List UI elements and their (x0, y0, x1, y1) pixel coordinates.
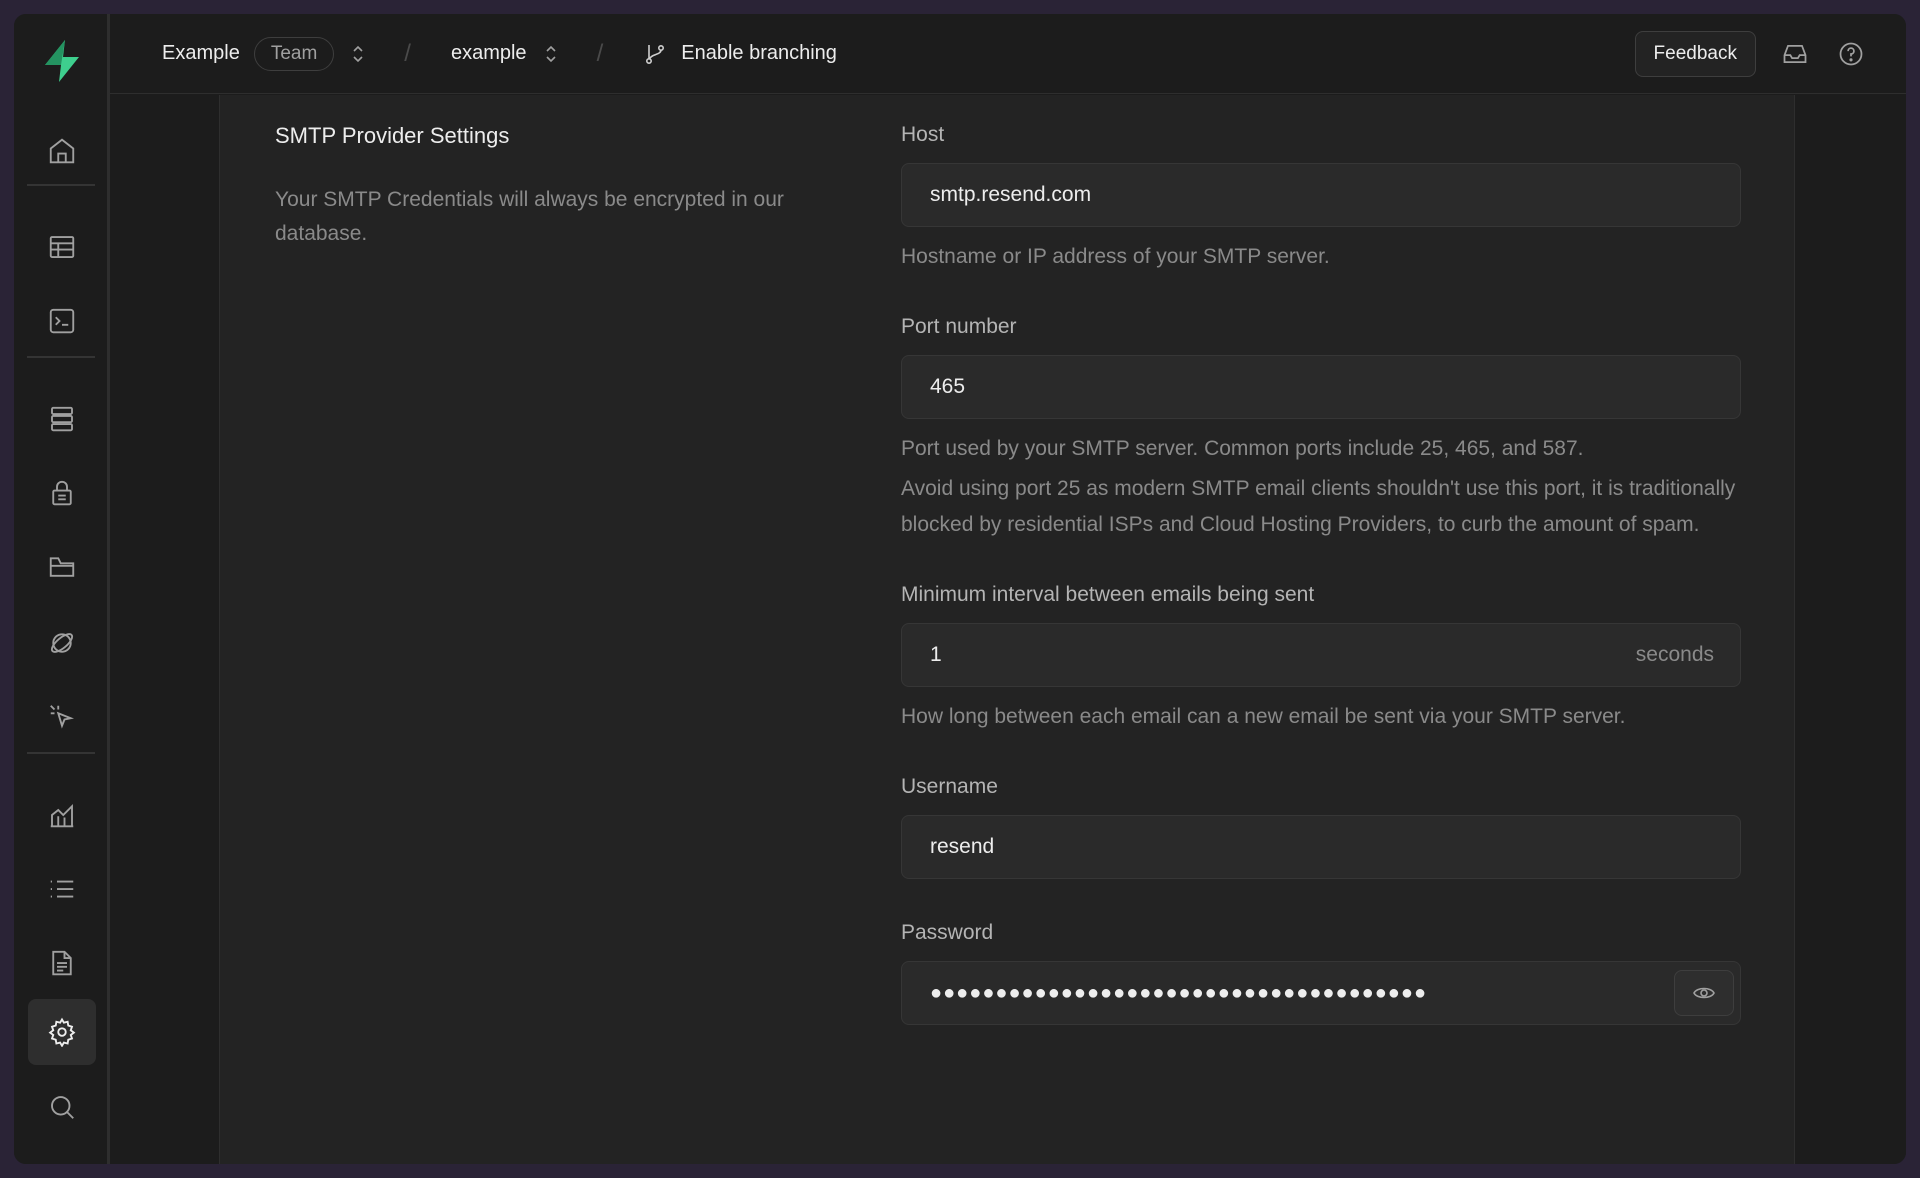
logs-icon[interactable] (28, 856, 96, 922)
host-input[interactable]: smtp.resend.com (901, 163, 1741, 227)
show-password-button[interactable] (1674, 970, 1734, 1016)
chevron-updown-icon (545, 45, 556, 62)
username-input[interactable]: resend (901, 815, 1741, 879)
org-name: Example (162, 42, 240, 64)
org-plan-badge: Team (253, 36, 335, 71)
username-label: Username (901, 775, 998, 798)
section-info: SMTP Provider Settings Your SMTP Credent… (275, 123, 875, 251)
authentication-icon[interactable] (28, 460, 96, 526)
search-icon[interactable] (28, 1074, 96, 1140)
smtp-settings-panel: SMTP Provider Settings Your SMTP Credent… (219, 95, 1795, 1164)
username-value: resend (930, 835, 995, 858)
api-docs-icon[interactable] (28, 930, 96, 996)
interval-value: 1 (930, 643, 942, 666)
interval-help-text: How long between each email can a new em… (901, 705, 1626, 728)
realtime-icon[interactable] (28, 610, 96, 676)
smtp-form: Host smtp.resend.com Hostname or IP addr… (901, 123, 1741, 1025)
git-branch-icon (646, 44, 665, 64)
breadcrumb-separator: / (404, 39, 411, 67)
port-warning-text: Avoid using port 25 as modern SMTP email… (901, 477, 1736, 536)
sidebar-divider (27, 356, 95, 358)
password-input[interactable]: ●●●●●●●●●●●●●●●●●●●●●●●●●●●●●●●●●●●●●● (901, 961, 1741, 1025)
settings-icon[interactable] (28, 999, 96, 1065)
table-editor-icon[interactable] (28, 214, 96, 280)
password-value: ●●●●●●●●●●●●●●●●●●●●●●●●●●●●●●●●●●●●●● (930, 981, 1428, 1004)
host-label: Host (901, 123, 945, 146)
sql-editor-icon[interactable] (28, 288, 96, 354)
edge-functions-icon[interactable] (28, 684, 96, 750)
org-selector[interactable]: Example Team (162, 36, 368, 71)
supabase-logo-icon[interactable] (39, 38, 85, 84)
host-value: smtp.resend.com (930, 183, 1092, 206)
project-name: example (450, 42, 527, 64)
help-icon[interactable] (1834, 37, 1868, 71)
database-icon[interactable] (28, 386, 96, 452)
port-label: Port number (901, 315, 1017, 338)
project-selector[interactable]: example (451, 42, 561, 66)
eye-icon (1693, 987, 1715, 999)
chevron-updown-icon (353, 45, 363, 62)
host-help-text: Hostname or IP address of your SMTP serv… (901, 245, 1330, 268)
password-label: Password (901, 921, 994, 944)
port-value: 465 (930, 375, 966, 398)
section-title: SMTP Provider Settings (275, 123, 510, 148)
app-window: Example Team / example / Enable branchin… (14, 14, 1906, 1164)
port-input[interactable]: 465 (901, 355, 1741, 419)
main-content: SMTP Provider Settings Your SMTP Credent… (110, 95, 1906, 1164)
feedback-button[interactable]: Feedback (1634, 31, 1756, 77)
reports-icon[interactable] (28, 782, 96, 848)
interval-label: Minimum interval between emails being se… (901, 583, 1315, 606)
breadcrumb-separator: / (596, 39, 604, 67)
inbox-icon[interactable] (1778, 37, 1812, 71)
sidebar-divider (27, 752, 95, 754)
header-actions: Feedback (1634, 14, 1906, 94)
interval-input[interactable]: 1 seconds (901, 623, 1741, 687)
section-description: Your SMTP Credentials will always be enc… (275, 188, 784, 245)
sidebar (14, 14, 110, 1164)
enable-branching-button[interactable]: Enable branching (643, 42, 837, 66)
home-icon[interactable] (28, 118, 96, 184)
sidebar-divider (27, 184, 95, 186)
port-help-text: Port used by your SMTP server. Common po… (901, 437, 1584, 460)
storage-icon[interactable] (28, 534, 96, 600)
enable-branching-label: Enable branching (681, 42, 837, 64)
interval-unit: seconds (1635, 643, 1714, 666)
